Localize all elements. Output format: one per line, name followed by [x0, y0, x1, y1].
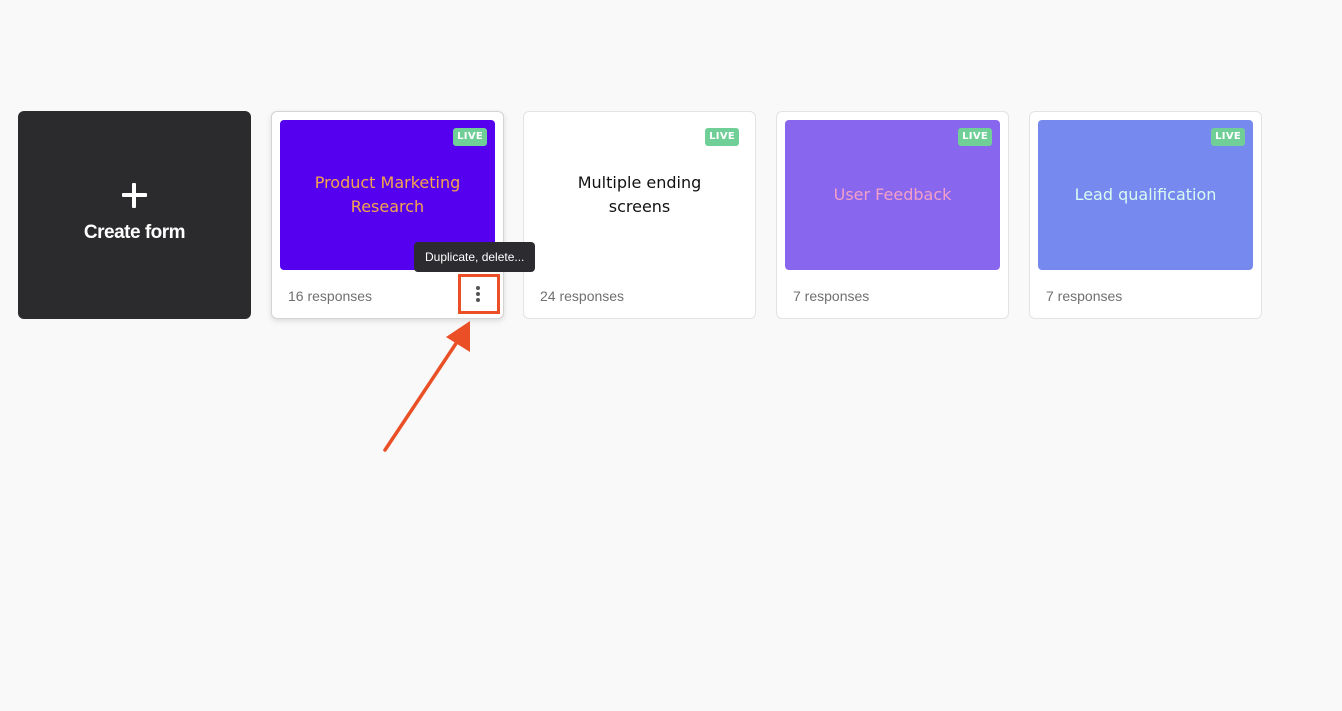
form-thumbnail[interactable]: User Feedback LIVE: [785, 120, 1000, 270]
response-count: 7 responses: [793, 288, 870, 304]
live-status-badge: LIVE: [453, 128, 487, 146]
form-thumbnail[interactable]: Multiple ending screens LIVE: [532, 120, 747, 270]
form-card-user-feedback[interactable]: User Feedback LIVE 7 responses: [776, 111, 1009, 319]
live-status-badge: LIVE: [1211, 128, 1245, 146]
live-status-badge: LIVE: [958, 128, 992, 146]
more-options-tooltip: Duplicate, delete...: [414, 242, 536, 272]
form-card-multiple-ending-screens[interactable]: Multiple ending screens LIVE 24 response…: [523, 111, 756, 319]
vertical-ellipsis-icon: [476, 286, 480, 302]
create-form-label: Create form: [83, 222, 186, 243]
form-thumbnail[interactable]: Lead qualification LIVE: [1038, 120, 1253, 270]
form-dashboard: Create form Product Marketing Research L…: [0, 0, 1342, 711]
live-status-badge: LIVE: [705, 128, 739, 146]
form-title: Product Marketing Research: [314, 173, 461, 216]
response-count: 16 responses: [288, 288, 373, 304]
create-form-button[interactable]: Create form: [18, 111, 251, 319]
plus-icon: [122, 183, 147, 208]
form-title: Lead qualification: [1074, 185, 1217, 204]
form-card-product-marketing-research[interactable]: Product Marketing Research LIVE 16 respo…: [271, 111, 504, 319]
response-count: 7 responses: [1046, 288, 1123, 304]
form-card-lead-qualification[interactable]: Lead qualification LIVE 7 responses: [1029, 111, 1262, 319]
response-count: 24 responses: [540, 288, 625, 304]
form-title: Multiple ending screens: [577, 173, 702, 216]
form-title: User Feedback: [833, 185, 952, 204]
annotation-arrow-icon: [383, 321, 470, 452]
more-options-button[interactable]: [460, 278, 496, 310]
